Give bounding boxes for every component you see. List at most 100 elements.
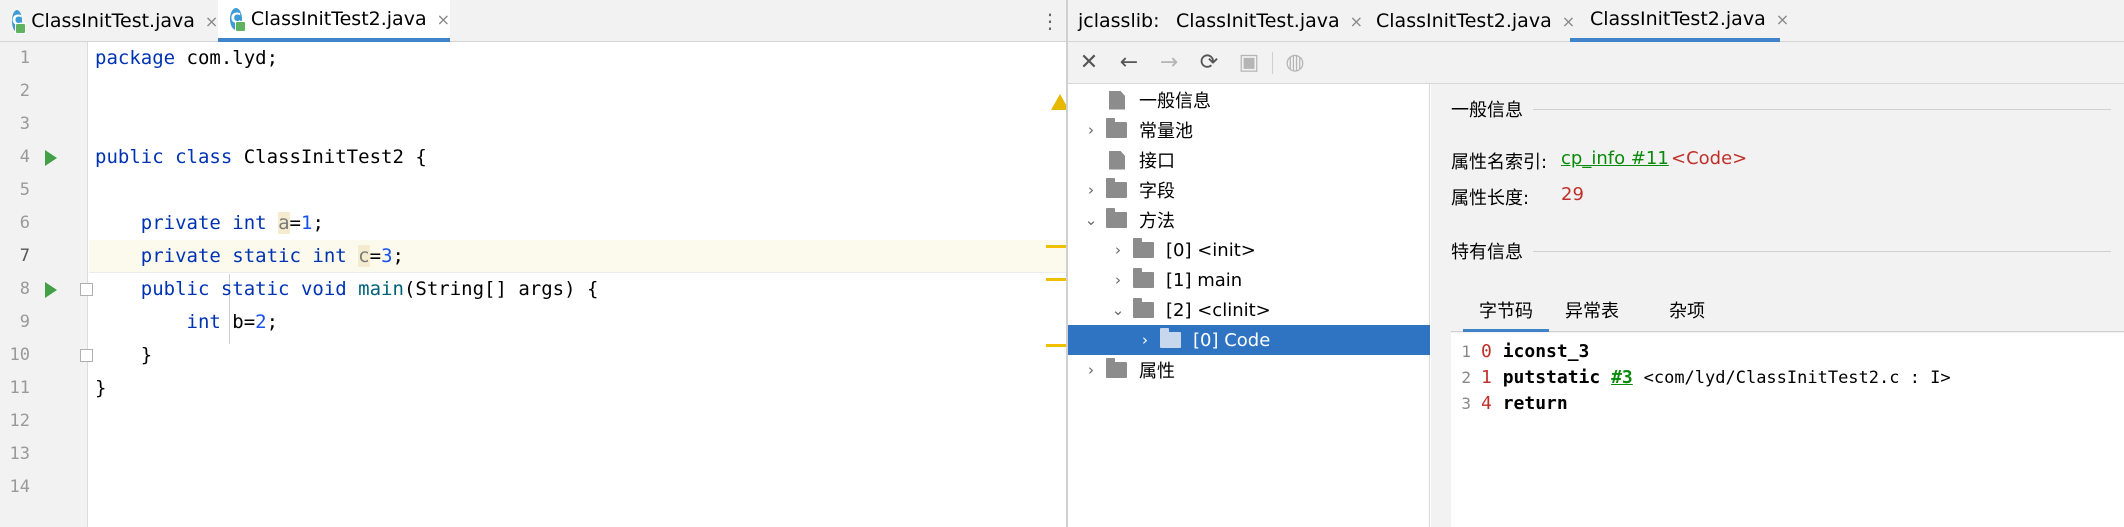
tree-node-label: 常量池 — [1139, 121, 1193, 142]
folder-icon — [1133, 298, 1154, 318]
chevron-right-icon[interactable]: › — [1084, 121, 1098, 139]
code-line-9: int b=2; — [186, 311, 279, 333]
line-number: 5 — [19, 180, 30, 200]
tree-node-method-clinit[interactable]: ⌄ [2] <clinit> — [1068, 295, 1430, 325]
tree-node-methods[interactable]: ⌄ 方法 — [1068, 205, 1430, 235]
line-number: 10 — [9, 345, 30, 365]
tab-classinittest[interactable]: C ClassInitTest.java × — [12, 0, 218, 42]
section-general-info: 一般信息 — [1451, 96, 2111, 122]
tree-node-method-init[interactable]: › [0] <init> — [1068, 235, 1430, 265]
jclasslib-tab-bar: jclasslib: ClassInitTest.java × ClassIni… — [1068, 0, 2124, 42]
tree-node-label: [0] Code — [1193, 329, 1271, 351]
tree-node-label: 一般信息 — [1139, 91, 1211, 112]
tree-node-label: 接口 — [1139, 151, 1175, 172]
folder-icon — [1133, 268, 1154, 288]
code-line-11: } — [95, 377, 107, 399]
code-editor: C ClassInitTest.java × C ClassInitTest2.… — [0, 0, 1139, 527]
tree-node-fields[interactable]: › 字段 — [1068, 175, 1430, 205]
tab-bytecode[interactable]: 字节码 — [1463, 294, 1549, 332]
tab-label: ClassInitTest.java — [31, 10, 195, 32]
refresh-icon[interactable]: ⟳ — [1196, 50, 1222, 76]
tree-node-general-info[interactable]: 一般信息 — [1068, 85, 1430, 115]
tab-classinittest2[interactable]: C ClassInitTest2.java × — [218, 0, 450, 42]
tree-node-constant-pool[interactable]: › 常量池 — [1068, 115, 1430, 145]
back-icon[interactable]: ← — [1116, 50, 1142, 76]
run-icon[interactable] — [45, 150, 57, 166]
tree-node-label: [1] main — [1166, 269, 1243, 291]
tree-node-attributes[interactable]: › 属性 — [1068, 355, 1430, 385]
code-area[interactable]: package com.lyd; public class ClassInitT… — [89, 42, 1139, 527]
tab-misc[interactable]: 杂项 — [1653, 294, 1721, 332]
code-line-10: } — [95, 344, 153, 366]
tab-label: ClassInitTest2.java — [1376, 10, 1552, 32]
line-number: 6 — [19, 213, 30, 233]
bytecode-line: 34 return — [1461, 393, 1568, 414]
constant-ref-link[interactable]: #3 — [1611, 367, 1633, 388]
tab-label: ClassInitTest.java — [1176, 10, 1340, 32]
close-icon[interactable]: × — [437, 10, 450, 29]
bytecode-line: 21 putstatic #3 <com/lyd/ClassInitTest2.… — [1461, 367, 1951, 388]
tree-node-label: 属性 — [1139, 361, 1175, 382]
tree-node-method-main[interactable]: › [1] main — [1068, 265, 1430, 295]
bytecode-view[interactable]: 10 iconst_3 21 putstatic #3 <com/lyd/Cla… — [1451, 333, 2124, 527]
close-icon[interactable]: × — [1776, 10, 1789, 29]
jtab-classinittest[interactable]: ClassInitTest.java × — [1176, 0, 1363, 42]
close-icon[interactable]: × — [205, 12, 218, 31]
jtab-classinittest2-active[interactable]: ClassInitTest2.java × — [1570, 0, 1789, 42]
chevron-down-icon[interactable]: ⌄ — [1084, 211, 1098, 229]
code-line-8: public static void main(String[] args) { — [140, 278, 599, 300]
warning-stripe-marker[interactable] — [1046, 278, 1066, 281]
folder-icon — [1106, 208, 1127, 228]
line-number: 8 — [19, 279, 30, 299]
more-options-icon[interactable]: ⋮ — [1040, 8, 1060, 34]
chevron-right-icon[interactable]: › — [1084, 361, 1098, 379]
forward-icon[interactable]: → — [1156, 50, 1182, 76]
tree-node-code-selected[interactable]: › [0] Code — [1068, 325, 1430, 355]
jtab-classinittest2[interactable]: ClassInitTest2.java × — [1376, 0, 1575, 42]
code-line-7: private static int c=3; — [140, 245, 404, 267]
tab-label: ClassInitTest2.java — [1590, 8, 1766, 30]
section-title: 一般信息 — [1451, 100, 1523, 121]
chevron-right-icon[interactable]: › — [1138, 331, 1152, 349]
line-number: 14 — [9, 477, 30, 497]
save-icon[interactable]: ▣ — [1236, 50, 1262, 76]
chevron-right-icon[interactable]: › — [1111, 241, 1125, 259]
line-number: 9 — [19, 312, 30, 332]
line-number: 4 — [19, 147, 30, 167]
tab-exception-table[interactable]: 异常表 — [1549, 294, 1635, 332]
line-number: 12 — [9, 411, 30, 431]
folder-icon — [1106, 358, 1127, 378]
class-structure-tree: 一般信息 › 常量池 接口 › 字段 ⌄ 方法 › [0] <init> › [… — [1068, 84, 1430, 527]
line-number: 3 — [19, 114, 30, 134]
details-pane: 一般信息 属性名索引: cp_info #11 <Code> 属性长度: 29 … — [1431, 84, 2124, 527]
section-divider — [1533, 108, 2111, 110]
web-icon[interactable]: ◍ — [1282, 50, 1308, 76]
line-number: 1 — [19, 48, 30, 68]
jclasslib-toolbar: ✕ ← → ⟳ ▣ ◍ — [1068, 42, 2124, 84]
folder-icon — [1106, 178, 1127, 198]
close-icon[interactable]: × — [1350, 12, 1363, 31]
folder-icon — [1133, 238, 1154, 258]
chevron-right-icon[interactable]: › — [1084, 181, 1098, 199]
toolbar-separator — [1272, 52, 1273, 74]
folder-icon — [1160, 328, 1181, 348]
tree-node-interfaces[interactable]: 接口 — [1068, 145, 1430, 175]
document-icon — [1109, 150, 1125, 170]
line-number: 7 — [19, 246, 30, 266]
jclasslib-title: jclasslib: — [1078, 10, 1160, 32]
section-divider — [1533, 250, 2111, 252]
attr-length-value: 29 — [1561, 184, 1584, 205]
code-subtabs: 字节码 异常表 杂项 — [1451, 294, 2124, 332]
chevron-right-icon[interactable]: › — [1111, 271, 1125, 289]
java-class-icon: C — [230, 8, 246, 32]
warning-stripe-marker[interactable] — [1046, 344, 1066, 347]
tree-node-label: 方法 — [1139, 211, 1175, 232]
code-line-6: private int a=1; — [140, 212, 324, 234]
document-icon — [1109, 90, 1125, 110]
cp-info-link[interactable]: cp_info #11 — [1561, 148, 1669, 169]
warning-stripe-marker[interactable] — [1046, 245, 1066, 248]
run-icon[interactable] — [45, 282, 57, 298]
line-gutter: 1 2 3 4 5 6 7 8 9 10 11 12 13 14 — [0, 42, 93, 527]
chevron-down-icon[interactable]: ⌄ — [1111, 301, 1125, 319]
close-icon[interactable]: ✕ — [1076, 50, 1102, 76]
